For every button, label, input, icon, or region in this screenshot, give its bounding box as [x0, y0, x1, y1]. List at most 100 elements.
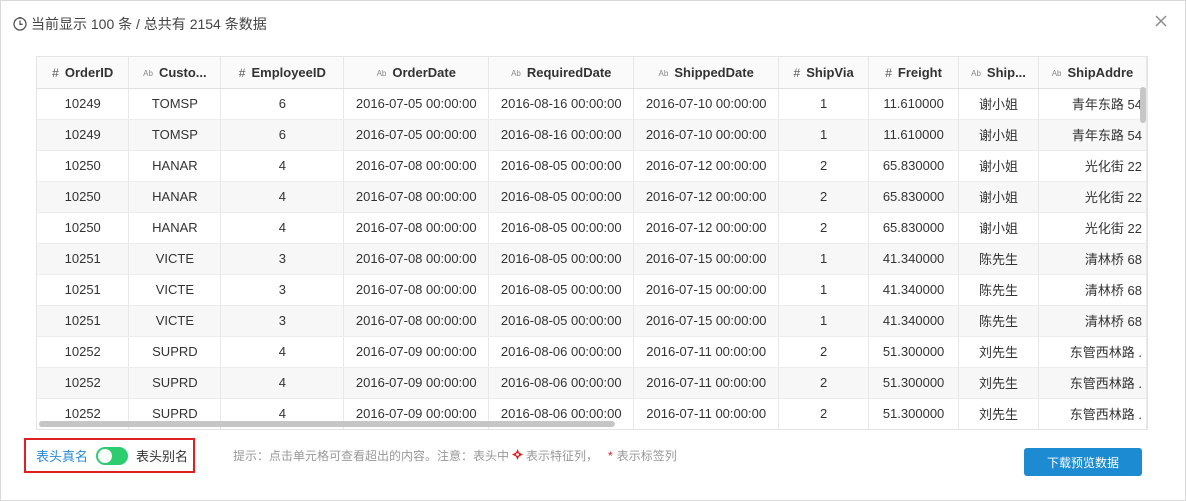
table-cell[interactable]: 10251: [37, 305, 130, 337]
table-cell[interactable]: 1: [778, 305, 870, 337]
table-cell[interactable]: 陈先生: [958, 305, 1039, 337]
download-preview-button[interactable]: 下载预览数据: [1024, 448, 1142, 476]
table-cell[interactable]: HANAR: [128, 212, 222, 244]
table-cell[interactable]: 2016-07-15 00:00:00: [633, 243, 780, 275]
vertical-scrollbar[interactable]: [1140, 87, 1146, 123]
table-cell[interactable]: 10249: [37, 119, 130, 151]
table-cell[interactable]: 光化街 22: [1038, 181, 1147, 213]
table-cell[interactable]: 2016-07-15 00:00:00: [633, 305, 780, 337]
table-cell[interactable]: 谢小姐: [958, 88, 1039, 120]
column-header[interactable]: Ab RequiredDate: [488, 57, 635, 89]
table-cell[interactable]: 3: [220, 274, 345, 306]
table-cell[interactable]: 清林桥 68: [1038, 274, 1147, 306]
table-cell[interactable]: 2016-08-05 00:00:00: [488, 305, 635, 337]
table-cell[interactable]: SUPRD: [128, 367, 222, 399]
table-cell[interactable]: 2: [778, 212, 870, 244]
table-cell[interactable]: 刘先生: [958, 336, 1039, 368]
column-header[interactable]: Ab Ship...: [958, 57, 1039, 89]
table-cell[interactable]: 1: [778, 119, 870, 151]
table-cell[interactable]: 2016-07-08 00:00:00: [343, 243, 490, 275]
table-cell[interactable]: 2016-07-08 00:00:00: [343, 305, 490, 337]
table-cell[interactable]: 6: [220, 119, 345, 151]
table-cell[interactable]: 2: [778, 398, 870, 429]
table-cell[interactable]: 2016-08-16 00:00:00: [488, 119, 635, 151]
column-header[interactable]: # Freight: [868, 57, 960, 89]
table-cell[interactable]: 65.830000: [868, 181, 960, 213]
table-cell[interactable]: 2016-08-05 00:00:00: [488, 212, 635, 244]
table-cell[interactable]: 4: [220, 336, 345, 368]
table-cell[interactable]: 谢小姐: [958, 119, 1039, 151]
table-cell[interactable]: 光化街 22: [1038, 150, 1147, 182]
table-cell[interactable]: 2016-07-12 00:00:00: [633, 212, 780, 244]
table-cell[interactable]: 东管西林路 .: [1038, 336, 1147, 368]
table-cell[interactable]: 2016-07-11 00:00:00: [633, 367, 780, 399]
table-cell[interactable]: 10252: [37, 367, 130, 399]
table-cell[interactable]: 2: [778, 150, 870, 182]
table-cell[interactable]: 2016-08-06 00:00:00: [488, 336, 635, 368]
table-cell[interactable]: 10251: [37, 274, 130, 306]
table-cell[interactable]: 1: [778, 243, 870, 275]
table-cell[interactable]: 2016-07-11 00:00:00: [633, 336, 780, 368]
table-cell[interactable]: 1: [778, 274, 870, 306]
table-cell[interactable]: 11.610000: [868, 88, 960, 120]
table-cell[interactable]: 谢小姐: [958, 181, 1039, 213]
table-cell[interactable]: 51.300000: [868, 398, 960, 429]
table-cell[interactable]: 2016-08-05 00:00:00: [488, 181, 635, 213]
table-cell[interactable]: 65.830000: [868, 150, 960, 182]
column-header[interactable]: # EmployeeID: [220, 57, 345, 89]
table-cell[interactable]: 10250: [37, 181, 130, 213]
table-cell[interactable]: 清林桥 68: [1038, 243, 1147, 275]
table-cell[interactable]: 2016-07-08 00:00:00: [343, 212, 490, 244]
table-cell[interactable]: 10252: [37, 336, 130, 368]
column-header[interactable]: # ShipVia: [778, 57, 870, 89]
table-cell[interactable]: VICTE: [128, 243, 222, 275]
table-cell[interactable]: 10251: [37, 243, 130, 275]
table-cell[interactable]: 2016-08-05 00:00:00: [488, 243, 635, 275]
column-header[interactable]: # OrderID: [37, 57, 130, 89]
table-cell[interactable]: 2016-07-10 00:00:00: [633, 119, 780, 151]
table-cell[interactable]: 2016-07-11 00:00:00: [633, 398, 780, 429]
table-cell[interactable]: 光化街 22: [1038, 212, 1147, 244]
column-header[interactable]: Ab ShippedDate: [633, 57, 780, 89]
table-cell[interactable]: 10249: [37, 88, 130, 120]
table-cell[interactable]: 2: [778, 336, 870, 368]
table-cell[interactable]: 3: [220, 305, 345, 337]
data-preview-grid[interactable]: # OrderID Ab Custo... # EmployeeID Ab OrderDate…: [36, 56, 1148, 430]
table-cell[interactable]: 3: [220, 243, 345, 275]
table-cell[interactable]: 2: [778, 181, 870, 213]
table-cell[interactable]: 清林桥 68: [1038, 305, 1147, 337]
table-cell[interactable]: 2016-07-08 00:00:00: [343, 150, 490, 182]
table-cell[interactable]: 4: [220, 181, 345, 213]
horizontal-scrollbar[interactable]: [39, 421, 615, 427]
table-cell[interactable]: 谢小姐: [958, 150, 1039, 182]
table-cell[interactable]: 青年东路 54: [1038, 88, 1147, 120]
table-cell[interactable]: 2016-07-05 00:00:00: [343, 119, 490, 151]
table-cell[interactable]: 11.610000: [868, 119, 960, 151]
column-header[interactable]: Ab OrderDate: [343, 57, 490, 89]
table-cell[interactable]: 51.300000: [868, 336, 960, 368]
table-cell[interactable]: 2016-08-05 00:00:00: [488, 274, 635, 306]
table-cell[interactable]: 41.340000: [868, 305, 960, 337]
table-cell[interactable]: 2016-07-08 00:00:00: [343, 274, 490, 306]
table-cell[interactable]: 2016-08-16 00:00:00: [488, 88, 635, 120]
table-cell[interactable]: 2016-08-05 00:00:00: [488, 150, 635, 182]
table-cell[interactable]: 41.340000: [868, 243, 960, 275]
table-cell[interactable]: HANAR: [128, 150, 222, 182]
table-cell[interactable]: 陈先生: [958, 274, 1039, 306]
alias-name-label[interactable]: 表头别名: [136, 446, 188, 465]
table-cell[interactable]: TOMSP: [128, 119, 222, 151]
column-header[interactable]: Ab Custo...: [128, 57, 222, 89]
table-cell[interactable]: 刘先生: [958, 367, 1039, 399]
table-cell[interactable]: 2016-07-15 00:00:00: [633, 274, 780, 306]
table-cell[interactable]: 陈先生: [958, 243, 1039, 275]
table-cell[interactable]: VICTE: [128, 305, 222, 337]
table-cell[interactable]: 谢小姐: [958, 212, 1039, 244]
table-cell[interactable]: 2016-07-05 00:00:00: [343, 88, 490, 120]
table-cell[interactable]: 2: [778, 367, 870, 399]
table-cell[interactable]: HANAR: [128, 181, 222, 213]
table-cell[interactable]: VICTE: [128, 274, 222, 306]
table-cell[interactable]: 2016-07-12 00:00:00: [633, 150, 780, 182]
table-cell[interactable]: 6: [220, 88, 345, 120]
table-cell[interactable]: 2016-07-08 00:00:00: [343, 181, 490, 213]
close-icon[interactable]: [1153, 13, 1169, 29]
